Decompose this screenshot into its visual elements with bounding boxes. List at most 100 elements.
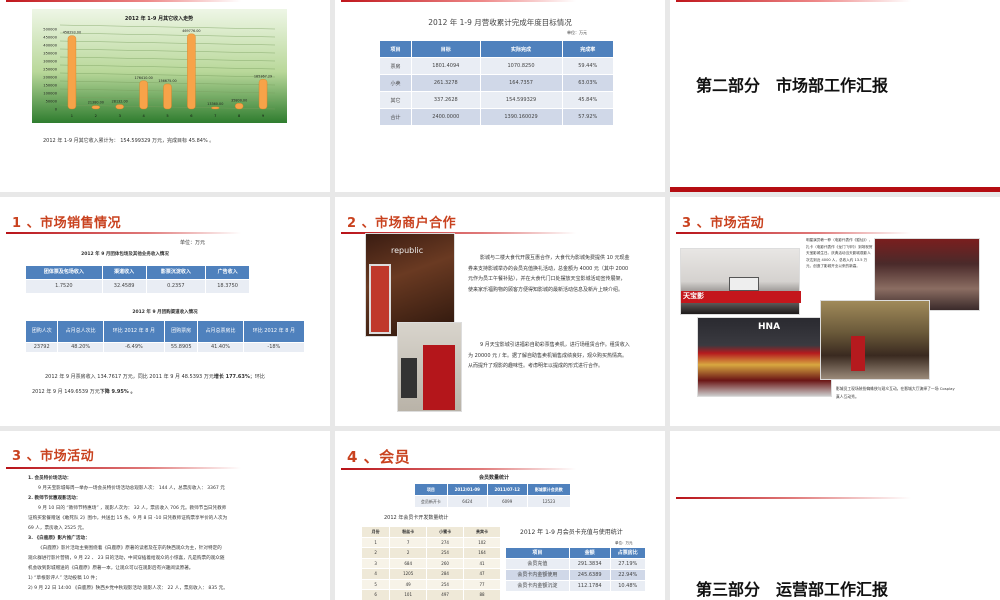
table-cell: 7 <box>389 536 428 548</box>
table-cell: 1801.4094 <box>411 57 481 75</box>
bottom-red-bar <box>670 187 1000 192</box>
accent-line <box>6 467 241 469</box>
y-tick-label: 450000 <box>43 36 57 40</box>
table-cell: 41.40% <box>197 342 244 353</box>
chart-title: 2012 年 1-9 月其它收入走势 <box>125 15 193 22</box>
table-cell: 245.6389 <box>568 569 611 581</box>
slide-thumbnail-1[interactable]: 2012 年 1-9 月其它收入走势 0 50000 100000 150000 2000… <box>0 0 330 192</box>
table-cell: 1390.160029 <box>479 108 563 126</box>
section-title: 第三部分 运营部工作汇报 <box>696 580 889 599</box>
x-tick-label: 6 <box>190 114 193 118</box>
spiderman <box>851 336 865 371</box>
column-header: 广告收入 <box>205 265 250 280</box>
list-line: 机会收到影城赠送的《白鹿原》原著一本，让观众可以在观影后有兴趣阅读原著。 <box>28 566 194 571</box>
column-header: 2011/07-12 <box>486 483 528 496</box>
poster-stand <box>369 264 391 334</box>
table-row: 票房 1801.4094 1070.8250 59.44% <box>378 57 615 75</box>
slide-thumbnail-4[interactable]: 1 、市场销售情况 单位：万元 2012 年 9 月团体包场及其他业务收入情况 … <box>0 197 330 426</box>
bar <box>67 35 77 110</box>
table-cell: 2 <box>389 547 428 559</box>
table-row: 合计 2400.0000 1390.160029 57.92% <box>378 108 615 126</box>
lobby-photo: HNA <box>697 317 832 397</box>
slide-thumbnail-6[interactable]: 3 、市场活动 天宝影 明星演员韩一菲（电影代表作《狐仙》）、扎卡（电影代表作《… <box>670 197 1000 426</box>
table-cell: 55.8905 <box>164 342 199 353</box>
paragraph-line-2: 2012 年 9 月 149.6539 万元下降 9.95% 。 <box>32 387 136 397</box>
table-cell: 1070.8250 <box>479 57 563 75</box>
slide-thumbnail-8[interactable]: 4 、会员 会员数量统计 项目 2012/01-09 2011/07-12 影城累计会… <box>335 431 665 600</box>
table-cell: 284 <box>426 568 465 580</box>
table-cell: -6.49% <box>102 342 166 353</box>
column-header: 环比 2012 年 8 月 <box>102 320 166 343</box>
gridline <box>59 48 276 54</box>
paragraph-2: 9 月天宝影城引进福彩自助彩票售卖机，进行场租赁合作。租赁收入为 20000 元… <box>468 342 630 369</box>
list-line: 1. 会员特价场活动： <box>28 476 72 481</box>
table-cell: 1.7520 <box>25 279 103 294</box>
table-cell: 684 <box>389 557 428 569</box>
card-development-table: 月份 粉丝卡 小蜜卡 贵宾卡 1 7 274 102 2 2 254 164 3 684 260 41 4 120… <box>360 526 501 600</box>
table-cell: 12523 <box>526 495 572 508</box>
bar <box>187 33 196 110</box>
y-tick-label: 500000 <box>43 28 57 32</box>
bar <box>115 104 124 110</box>
header-row: 月份 粉丝卡 小蜜卡 贵宾卡 <box>360 526 501 538</box>
list-line: 3. 《白鹿原》影片推广活动： <box>28 536 90 541</box>
table-cell: 41 <box>463 557 501 569</box>
x-tick-label: 2 <box>95 114 97 118</box>
table-cell: 1205 <box>389 568 428 580</box>
table-cell: 47 <box>463 568 501 580</box>
slide-thumbnail-3[interactable]: 第二部分 市场部工作汇报 <box>670 0 1000 192</box>
header-row: 团体票及包场收入 渠道收入 影票沉淀收入 广告收入 <box>25 265 250 280</box>
cosplay-photo <box>820 300 930 380</box>
table-cell: 45.84% <box>561 91 615 109</box>
kiosk <box>401 358 417 398</box>
y-tick-label: 50000 <box>46 100 58 104</box>
slide-thumbnail-9[interactable]: 第三部分 运营部工作汇报 <box>670 431 1000 600</box>
table-row: 小卖 261.3278 164.7357 63.03% <box>378 74 615 92</box>
slide-thumbnail-5[interactable]: 2 、市场商户合作 republic 影城与二楼大食代开展互惠合作，大食代为影城… <box>335 197 665 426</box>
table-cell: 18.3750 <box>205 279 250 294</box>
chart-box: 2012 年 1-9 月其它收入走势 0 50000 100000 150000 2000… <box>32 9 287 123</box>
bar-value-label: 21380.00 <box>88 101 104 105</box>
table-cell: 5 <box>360 578 391 590</box>
column-header: 完成率 <box>561 40 615 58</box>
cosplay-caption: 影城员工现场装扮蜘蛛侠与观众互动，在影城大厅演绎了一场 Cosplay 真人互动… <box>836 386 955 399</box>
y-tick-label: 100000 <box>43 92 57 96</box>
table-cell: 164 <box>463 547 501 559</box>
paragraph-1: 影城与二楼大食代开展互惠合作，大食代为影城免费提供 10 元现金券来支持影城举办… <box>468 255 630 293</box>
bar-value-label: 176410.00 <box>134 76 152 80</box>
table-row: 6 101 497 88 <box>360 589 501 600</box>
table-cell: 2400.0000 <box>411 108 481 126</box>
accent-line <box>6 0 241 2</box>
slide-title: 3 、市场活动 <box>682 216 765 231</box>
chart-caption: 2012 年 1-9 月其它收入累计为： 154.599329 万元，完成目标 … <box>43 138 215 144</box>
table-cell: 1 <box>360 536 391 548</box>
slide-thumbnail-7[interactable]: 3 、市场活动 1. 会员特价场活动： 9 月天宝影城每周一举办一场会员特价场活动… <box>0 431 330 600</box>
table-cell: 59.44% <box>561 57 615 75</box>
column-header: 占票房比 <box>609 547 647 559</box>
table-row: 会员卡内金额沉淀 112.1784 10.48% <box>505 580 647 592</box>
table-cell: 2 <box>360 547 391 559</box>
table-cell: 23792 <box>24 342 59 353</box>
accent-line <box>676 497 911 499</box>
group-income-table: 团体票及包场收入 渠道收入 影票沉淀收入 广告收入 1.7520 32.4589 0.235… <box>25 265 250 294</box>
slide-thumbnail-2[interactable]: 2012 年 1-9 月营收累计完成年度目标情况 单位：万元 项目 目标 实际完成完… <box>335 0 665 192</box>
calligraphy <box>729 277 759 291</box>
unit-label: 单位：万元 <box>567 30 587 35</box>
column-header: 金额 <box>568 547 611 559</box>
table-cell: 261.3278 <box>411 74 481 92</box>
table-cell: 4 <box>360 568 391 580</box>
table-cell: 497 <box>426 589 465 600</box>
table-cell: 票房 <box>378 57 413 75</box>
bar-value-label: 458293.00 <box>63 31 81 35</box>
table-cell: 会员卡内金额使用 <box>505 569 570 581</box>
column-header: 团体票及包场收入 <box>25 265 103 280</box>
column-header: 月份 <box>360 526 391 538</box>
column-header: 实际完成 <box>479 40 563 58</box>
group-buy-table: 团购人次 占月总人次比 环比 2012 年 8 月团购票房 占月总票房比 环比 2012… <box>24 320 306 353</box>
recharge-title: 2012 年 1-9 月会员卡充值与使用统计 <box>520 529 623 536</box>
table-cell: 49 <box>389 578 428 590</box>
column-header: 2012/01-09 <box>446 483 488 496</box>
header-row: 项目 目标 实际完成 完成率 <box>378 40 615 58</box>
table-cell: 254 <box>426 578 465 590</box>
table-row: 23792 48.20% -6.49% 55.8905 41.40% -18% <box>24 342 306 353</box>
